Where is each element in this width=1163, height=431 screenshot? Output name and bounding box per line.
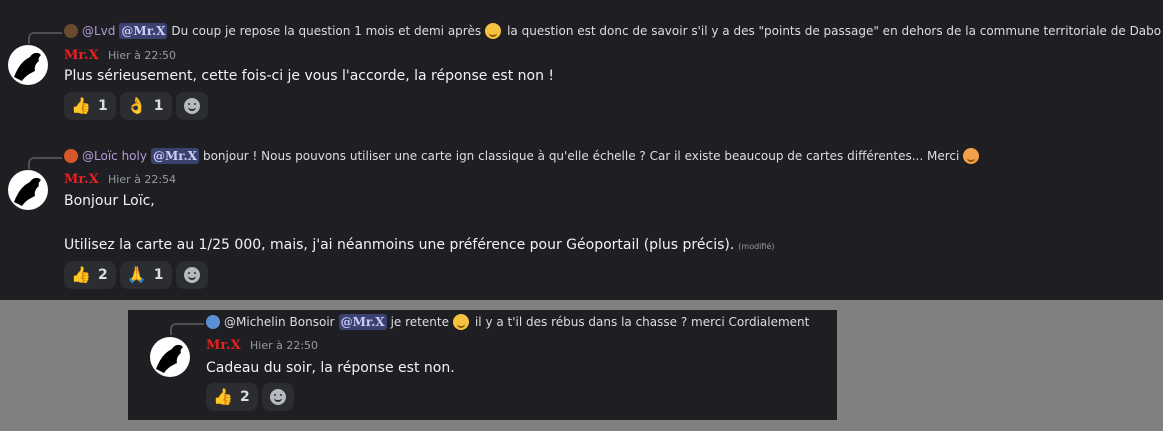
reply-connector <box>28 32 62 44</box>
add-reaction-button[interactable] <box>261 383 294 411</box>
add-reaction-smiley-icon <box>183 267 200 283</box>
reply-text-continued: la question est donc de savoir s'il y a … <box>507 24 1163 38</box>
message-text-line-2: Utilisez la carte au 1/25 000, mais, j'a… <box>64 235 775 257</box>
smiling-face-emoji-icon <box>485 23 502 39</box>
thumbs-up-emoji-icon: 👍 <box>71 265 91 284</box>
reaction-count: 2 <box>98 267 108 283</box>
silhouette-icon <box>156 344 183 373</box>
reaction-count: 1 <box>153 267 164 283</box>
author-name[interactable]: Mr.X <box>64 172 99 188</box>
blushing-face-emoji-icon <box>963 148 980 164</box>
add-reaction-button[interactable] <box>175 261 208 289</box>
reply-connector <box>28 157 62 169</box>
reaction-count: 1 <box>98 98 108 114</box>
avatar[interactable] <box>8 170 48 210</box>
message-text: Plus sérieusement, cette fois-ci je vous… <box>64 68 555 84</box>
ok-hand-emoji-icon: 👌 <box>126 96 147 115</box>
reaction-count: 2 <box>240 389 250 405</box>
replier-avatar <box>206 315 220 329</box>
timestamp: Hier à 22:54 <box>108 173 177 186</box>
reactions: 👍 2 <box>206 383 294 411</box>
thumbs-up-emoji-icon: 👍 <box>71 96 91 115</box>
reply-text: Du coup je repose la question 1 mois et … <box>171 24 482 38</box>
reply-preview[interactable]: @Loïc holy @Mr.X bonjour ! Nous pouvons … <box>64 148 983 164</box>
avatar[interactable] <box>8 45 48 85</box>
mention[interactable]: @Mr.X <box>150 148 199 164</box>
author-name[interactable]: Mr.X <box>206 338 241 354</box>
folded-hands-emoji-icon: 🙏 <box>126 265 147 284</box>
reactions: 👍 2 🙏 1 <box>64 261 208 289</box>
reaction-thumbs-up[interactable]: 👍 2 <box>206 383 258 411</box>
replier-name[interactable]: @Loïc holy <box>82 148 147 164</box>
reply-text: bonjour ! Nous pouvons utiliser une cart… <box>202 149 960 163</box>
replier-avatar <box>64 149 78 163</box>
replier-name[interactable]: @Lvd <box>82 23 115 39</box>
silhouette-icon <box>14 52 41 81</box>
reaction-count: 1 <box>153 98 164 114</box>
sweat-smile-emoji-icon <box>452 314 469 330</box>
mention[interactable]: @Mr.X <box>338 314 387 330</box>
thumbs-up-emoji-icon: 👍 <box>213 387 233 406</box>
avatar[interactable] <box>150 337 190 377</box>
reaction-thumbs-up[interactable]: 👍 2 <box>64 261 116 289</box>
message-text: Cadeau du soir, la réponse est non. <box>206 360 455 376</box>
message-text: Utilisez la carte au 1/25 000, mais, j'a… <box>64 237 735 253</box>
timestamp: Hier à 22:50 <box>250 339 319 352</box>
reaction-ok-hand[interactable]: 👌 1 <box>119 92 172 120</box>
add-reaction-smiley-icon <box>269 389 286 405</box>
reply-connector <box>170 323 204 335</box>
reply-text-pre: Bonsoir <box>289 315 335 329</box>
replier-name[interactable]: @Michelin <box>224 314 286 330</box>
reply-preview[interactable]: @Michelin Bonsoir @Mr.X je retente il y … <box>206 314 809 330</box>
mention[interactable]: @Mr.X <box>119 23 168 39</box>
add-reaction-smiley-icon <box>183 98 200 114</box>
reply-text: je retente <box>390 315 449 329</box>
silhouette-icon <box>14 177 41 206</box>
replier-avatar <box>64 24 78 38</box>
timestamp: Hier à 22:50 <box>108 49 177 62</box>
reaction-thumbs-up[interactable]: 👍 1 <box>64 92 116 120</box>
message-text-line-1: Bonjour Loïc, <box>64 193 155 209</box>
reply-text-continued: il y a t'il des rébus dans la chasse ? m… <box>474 315 810 329</box>
reactions: 👍 1 👌 1 <box>64 92 208 120</box>
reply-preview[interactable]: @Lvd @Mr.X Du coup je repose la question… <box>64 23 1163 39</box>
author-name[interactable]: Mr.X <box>64 48 99 64</box>
reaction-folded-hands[interactable]: 🙏 1 <box>119 261 172 289</box>
edited-label: (modifié) <box>738 242 775 251</box>
add-reaction-button[interactable] <box>175 92 208 120</box>
